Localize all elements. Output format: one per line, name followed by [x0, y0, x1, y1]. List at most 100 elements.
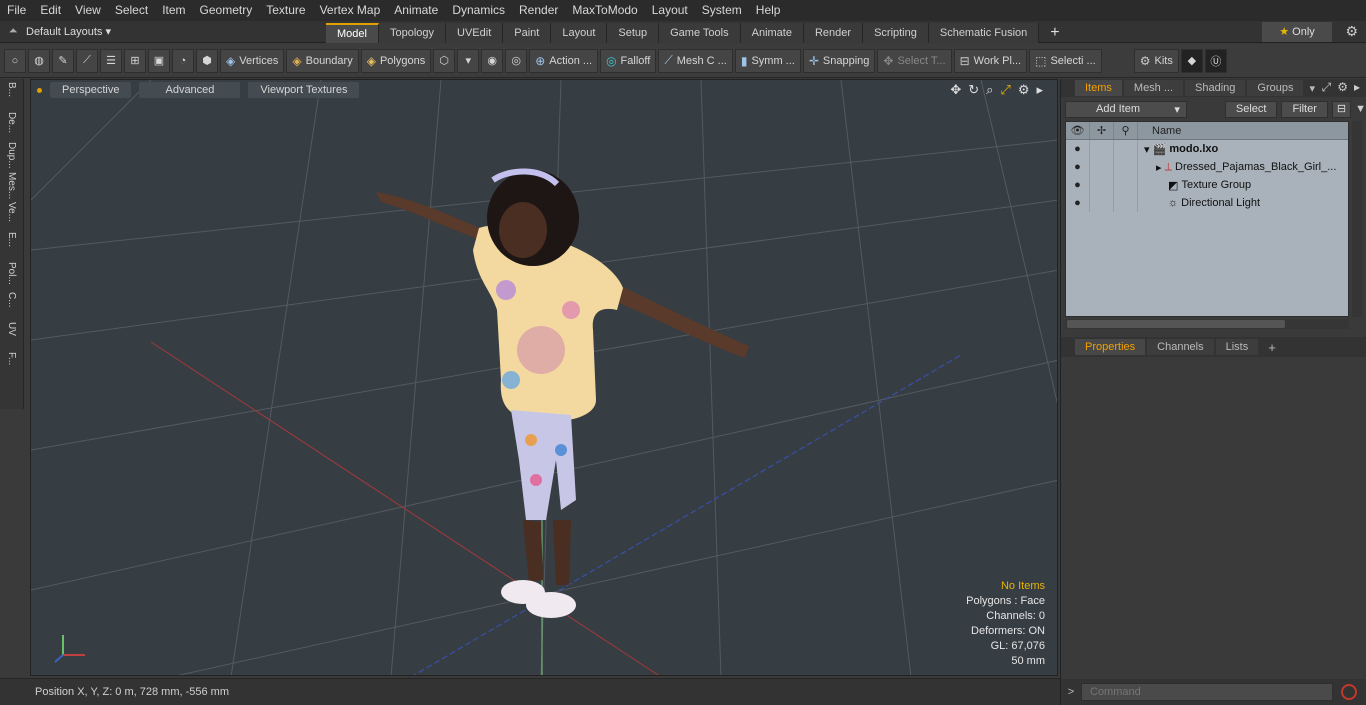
tab-animate[interactable]: Animate [740, 22, 804, 43]
action-center-button[interactable]: ⊕ Action ... [529, 48, 599, 73]
command-arrow-icon[interactable]: > [1061, 686, 1081, 698]
visibility-eye-icon[interactable]: ● [1066, 140, 1090, 158]
falloff-button[interactable]: ◎ Falloff [600, 48, 657, 73]
globe-icon[interactable]: ◍ [28, 48, 50, 73]
tab-items[interactable]: Items [1075, 80, 1122, 96]
character-model[interactable] [376, 168, 749, 618]
tab-schematic-fusion[interactable]: Schematic Fusion [928, 22, 1040, 43]
tab-paint[interactable]: Paint [503, 22, 552, 43]
menu-file[interactable]: File [0, 0, 33, 21]
tab-properties[interactable]: Properties [1075, 339, 1146, 355]
work-plane-button[interactable]: ⊟ Work Pl... [953, 48, 1028, 73]
tree-row[interactable]: ● ▾ 🎬 modo.lxo [1066, 140, 1348, 158]
tab-groups[interactable]: Groups [1247, 80, 1304, 96]
tab-game-tools[interactable]: Game Tools [659, 22, 741, 43]
select-button[interactable]: Select [1224, 100, 1278, 118]
locator-header-icon[interactable]: ⚲ [1114, 122, 1138, 139]
unreal-icon[interactable]: Ⓤ [1204, 48, 1227, 73]
rotate-icon[interactable]: ◔ [172, 48, 194, 73]
add-panel-tab-icon[interactable]: + [1268, 340, 1276, 355]
snapping-button[interactable]: ✛ Snapping [802, 48, 876, 73]
tabs-overflow-icon[interactable]: ▾ [1309, 82, 1315, 95]
tab-lists[interactable]: Lists [1215, 339, 1259, 355]
strip-tab-vertex[interactable]: Ve... [6, 199, 17, 229]
tab-render[interactable]: Render [803, 22, 864, 43]
selection-sets-button[interactable]: ⬚ Selecti ... [1029, 48, 1102, 73]
menu-edit[interactable]: Edit [33, 0, 68, 21]
mesh-constraint-button[interactable]: ⟋ Mesh C ... [658, 48, 733, 73]
command-input[interactable] [1081, 683, 1333, 701]
tab-setup[interactable]: Setup [607, 22, 660, 43]
perspective-button[interactable]: Perspective [50, 82, 132, 98]
strip-tab-fusion[interactable]: F... [6, 349, 17, 379]
brush-icon[interactable]: ⟋ [76, 48, 98, 73]
tree-row[interactable]: ● ☼ Directional Light [1066, 194, 1348, 212]
add-item-dropdown[interactable]: Add Item ▾ [1065, 100, 1187, 118]
box-icon[interactable]: ▣ [148, 48, 170, 73]
gear-icon[interactable]: ⚙ [1345, 23, 1358, 40]
default-layouts-dropdown[interactable]: Default Layouts ▾ [26, 25, 111, 38]
strip-tab-deform[interactable]: De... [6, 109, 17, 139]
3d-viewport[interactable]: Perspective Advanced Viewport Textures ✥… [30, 79, 1058, 676]
symmetry-sphere-icon[interactable]: ◉ [481, 48, 504, 73]
crosshair-icon[interactable]: ⊞ [124, 48, 146, 73]
polygons-button[interactable]: ◈ Polygons [360, 48, 432, 73]
soccer-ball-icon[interactable]: ◎ [505, 48, 528, 73]
symmetry-button[interactable]: ▮ Symm ... [734, 48, 801, 73]
menu-select[interactable]: Select [108, 0, 155, 21]
menu-animate[interactable]: Animate [387, 0, 445, 21]
panel-maximize-icon[interactable]: ⤢ [1322, 80, 1332, 95]
expand-up-icon[interactable]: ⏶ [0, 25, 26, 38]
panel-gear-icon[interactable]: ⚙ [1337, 80, 1348, 95]
menu-dynamics[interactable]: Dynamics [445, 0, 512, 21]
name-column-header[interactable]: Name [1138, 125, 1181, 137]
scrollbar-thumb[interactable] [1067, 320, 1285, 328]
kits-button[interactable]: ⚙ Kits [1133, 48, 1179, 73]
visibility-eye-icon[interactable]: ● [1066, 158, 1090, 176]
menu-item[interactable]: Item [155, 0, 192, 21]
dropdown-arrow-icon[interactable]: ▾ [457, 48, 480, 73]
tree-row[interactable]: ● ▸ ⟂ Dressed_Pajamas_Black_Girl_... [1066, 158, 1348, 176]
tab-mesh-ops[interactable]: Mesh ... [1123, 80, 1184, 96]
strip-tab-basic[interactable]: B... [6, 79, 17, 109]
tree-horizontal-scrollbar[interactable] [1065, 319, 1349, 329]
menu-system[interactable]: System [695, 0, 749, 21]
menu-render[interactable]: Render [512, 0, 565, 21]
tab-topology[interactable]: Topology [378, 22, 447, 43]
select-through-button[interactable]: ✥ Select T... [877, 48, 952, 73]
align-icon[interactable]: ☰ [100, 48, 122, 73]
tab-scripting[interactable]: Scripting [863, 22, 929, 43]
tree-vertical-scrollbar[interactable] [1352, 121, 1362, 317]
visibility-header-icon[interactable]: 👁 [1066, 122, 1090, 139]
menu-view[interactable]: View [68, 0, 108, 21]
strip-tab-duplicate[interactable]: Dup... [6, 139, 17, 169]
strip-tab-polygon[interactable]: Pol... [6, 259, 17, 289]
tab-channels[interactable]: Channels [1147, 339, 1214, 355]
pen-icon[interactable]: ✎ [52, 48, 74, 73]
viewport-textures-button[interactable]: Viewport Textures [248, 82, 360, 98]
visibility-eye-icon[interactable]: ● [1066, 194, 1090, 212]
strip-tab-edge[interactable]: E... [6, 229, 17, 259]
vertices-button[interactable]: ◈ Vertices [220, 48, 285, 73]
menu-texture[interactable]: Texture [259, 0, 312, 21]
visibility-eye-icon[interactable]: ● [1066, 176, 1090, 194]
menu-geometry[interactable]: Geometry [193, 0, 260, 21]
tab-model[interactable]: Model [326, 22, 379, 43]
panel-arrow-icon[interactable]: ▸ [1354, 80, 1360, 95]
strip-tab-uv[interactable]: UV [6, 319, 17, 349]
expand-icon[interactable]: ▸ [1156, 161, 1162, 174]
lock-header-icon[interactable]: ✢ [1090, 122, 1114, 139]
boundary-button[interactable]: ◈ Boundary [286, 48, 359, 73]
strip-tab-curve[interactable]: C... [6, 289, 17, 319]
menu-help[interactable]: Help [749, 0, 788, 21]
tab-layout[interactable]: Layout [551, 22, 608, 43]
only-toggle[interactable]: ★ Only [1262, 22, 1332, 42]
add-tab-icon[interactable]: + [1039, 23, 1070, 43]
unity-icon[interactable]: ◆ [1180, 48, 1203, 73]
advanced-button[interactable]: Advanced [139, 82, 241, 98]
material-cube-icon[interactable]: ⬡ [433, 48, 456, 73]
command-history-icon[interactable] [1341, 684, 1357, 700]
menu-maxtomodo[interactable]: MaxToModo [565, 0, 644, 21]
circle-select-icon[interactable]: ○ [4, 48, 26, 73]
menu-vertex-map[interactable]: Vertex Map [313, 0, 388, 21]
